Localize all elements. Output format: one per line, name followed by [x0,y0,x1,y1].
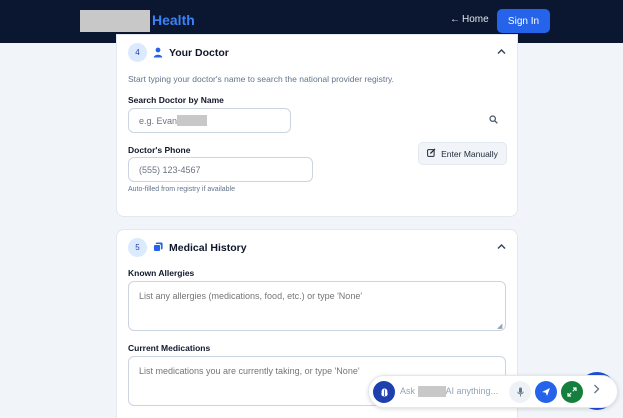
allergies-textarea[interactable] [128,281,506,331]
doctor-phone-input[interactable] [128,157,313,182]
section-title: Your Doctor [169,47,229,59]
ai-question-input[interactable]: Ask AI anything... [400,386,499,398]
records-icon [153,242,163,255]
send-icon[interactable] [535,381,557,403]
known-allergies-label: Known Allergies [128,268,195,278]
enter-manually-button[interactable]: Enter Manually [418,142,507,165]
expand-icon[interactable] [561,381,583,403]
home-link-label: Home [462,14,489,25]
search-placeholder: e.g. Evan [139,115,178,126]
section-title: Medical History [169,242,247,254]
phone-hint: Auto-filled from registry if available [128,186,235,193]
sign-in-button[interactable]: Sign In [497,9,550,33]
logo-redacted[interactable] [80,10,150,32]
arrow-left-icon: ← [450,14,460,25]
microphone-icon[interactable] [509,381,531,403]
brand-name[interactable]: Health [152,12,195,28]
ai-avatar-icon[interactable] [373,381,395,403]
chevron-up-icon[interactable] [497,242,506,252]
chevron-right-icon[interactable] [593,384,600,397]
resize-grip-icon[interactable]: ◢ [497,322,502,330]
section-description: Start typing your doctor's name to searc… [128,74,395,84]
doctor-section-card: 4 Your Doctor Start typing your doctor's… [116,34,518,217]
step-badge: 5 [128,238,147,257]
enter-manually-label: Enter Manually [441,148,498,159]
search-doctor-label: Search Doctor by Name [128,95,224,105]
redacted-ai-name [417,386,446,398]
ai-prefix: Ask [400,386,416,396]
ai-assistant-bar: Ask AI anything... [368,375,618,408]
edit-icon [427,148,436,159]
doctor-search-input[interactable]: e.g. Evan [128,108,291,133]
person-icon [153,47,163,61]
current-medications-label: Current Medications [128,343,211,353]
doctor-phone-label: Doctor's Phone [128,145,191,155]
chevron-up-icon[interactable] [497,47,506,57]
search-icon[interactable] [489,115,498,126]
ai-suffix: AI anything... [445,386,499,396]
redacted-name [177,115,208,126]
step-badge: 4 [128,43,147,62]
home-link[interactable]: ← Home [450,14,489,25]
